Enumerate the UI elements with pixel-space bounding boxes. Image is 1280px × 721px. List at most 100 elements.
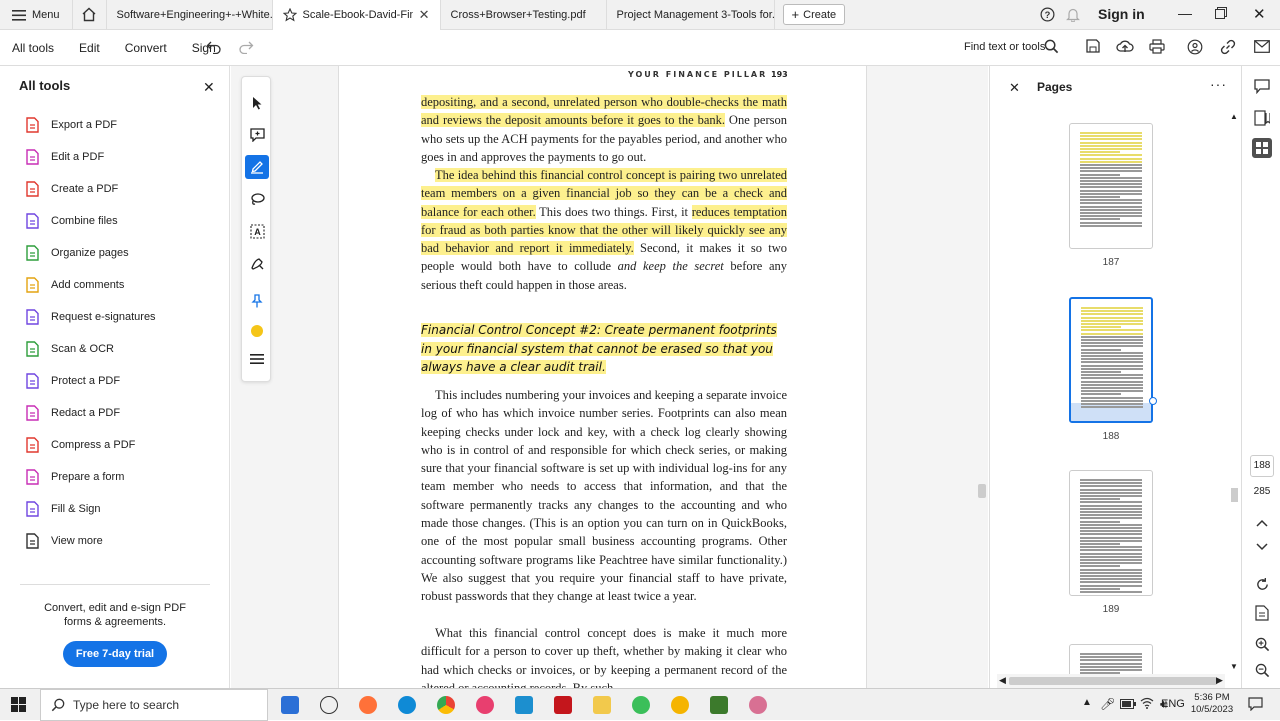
snipping-icon[interactable] (749, 696, 767, 714)
tool-create-pdf[interactable]: Create a PDF (24, 180, 118, 197)
acrobat-icon[interactable] (554, 696, 572, 714)
tool-combine-files[interactable]: Combine files (24, 212, 118, 229)
toolbar-convert[interactable]: Convert (113, 41, 180, 55)
zoom-in-icon[interactable] (1252, 634, 1272, 654)
edge-icon[interactable] (398, 696, 416, 714)
rotate-icon[interactable] (1252, 574, 1272, 594)
document-scrollbar[interactable] (976, 66, 988, 688)
close-window-icon[interactable]: ✕ (1253, 5, 1266, 23)
highlight-pen-icon[interactable] (245, 155, 269, 179)
undo-icon[interactable] (206, 40, 222, 57)
wechat-icon[interactable] (632, 696, 650, 714)
add-comment-icon[interactable] (245, 123, 269, 147)
tool-fill-sign[interactable]: Fill & Sign (24, 500, 101, 517)
text-box-icon[interactable]: A (245, 219, 269, 243)
tool-request-esignatures[interactable]: Request e-signatures (24, 308, 156, 325)
tab-scale-ebook[interactable]: Scale-Ebook-David-Fink... ✕ (272, 0, 441, 30)
tool-view-more[interactable]: View more (24, 532, 103, 549)
current-page-input[interactable]: 188 (1250, 455, 1274, 477)
close-pages-icon[interactable]: ✕ (1009, 80, 1020, 96)
tab-software-engineering[interactable]: Software+Engineering+-+White... (107, 0, 273, 30)
recorder-icon[interactable] (476, 696, 494, 714)
print-icon[interactable] (1149, 39, 1165, 57)
app-icon[interactable] (515, 696, 533, 714)
tool-protect-pdf[interactable]: Protect a PDF (24, 372, 120, 389)
more-options-icon[interactable]: ··· (1210, 76, 1227, 92)
minecraft-icon[interactable] (710, 696, 728, 714)
search-icon[interactable] (1044, 39, 1059, 57)
scroll-left-icon[interactable]: ◀ (999, 675, 1006, 686)
sign-in-link[interactable]: Sign in (1098, 6, 1145, 22)
tool-compress-pdf[interactable]: Compress a PDF (24, 436, 135, 453)
lasso-draw-icon[interactable] (245, 187, 269, 211)
save-icon[interactable] (1086, 39, 1100, 56)
menu-button[interactable]: Menu (0, 0, 73, 30)
tool-organize-pages[interactable]: Organize pages (24, 244, 129, 261)
close-panel-icon[interactable]: ✕ (203, 79, 215, 96)
tool-export-pdf[interactable]: Export a PDF (24, 116, 117, 133)
scroll-thumb[interactable] (978, 484, 986, 498)
toolbar-all-tools[interactable]: All tools (0, 41, 67, 55)
chrome-icon[interactable] (437, 696, 455, 714)
comments-icon[interactable] (1252, 76, 1272, 96)
language-indicator[interactable]: ENG (1161, 698, 1185, 710)
pages-horizontal-scrollbar[interactable]: ◀ ▶ (997, 674, 1225, 688)
microphone-icon[interactable]: 🎤︎ (1100, 697, 1115, 711)
toolbar-edit[interactable]: Edit (67, 41, 113, 55)
tab-project-management[interactable]: Project Management 3-Tools for.. (607, 0, 775, 30)
previous-page-icon[interactable] (1252, 513, 1272, 533)
chat-icon[interactable] (320, 696, 338, 714)
clock[interactable]: 5:36 PM 10/5/2023 (1190, 692, 1234, 716)
scroll-up-icon[interactable]: ▲ (1230, 112, 1238, 121)
star-icon[interactable] (282, 7, 297, 22)
page-thumbnail[interactable] (1069, 123, 1153, 249)
firefox-icon[interactable] (359, 696, 377, 714)
scroll-down-icon[interactable]: ▼ (1230, 662, 1238, 671)
taskbar-search[interactable]: Type here to search (40, 689, 268, 721)
pages-scroll-thumb[interactable] (1231, 488, 1238, 502)
battery-icon[interactable] (1120, 698, 1136, 712)
close-tab-icon[interactable]: ✕ (419, 7, 430, 23)
select-cursor-icon[interactable] (245, 91, 269, 115)
file-explorer-icon[interactable] (593, 696, 611, 714)
windows-start-icon[interactable] (11, 697, 26, 715)
tool-edit-pdf[interactable]: Edit a PDF (24, 148, 104, 165)
thumbnail-resize-handle[interactable] (1149, 397, 1157, 405)
task-view-icon[interactable] (281, 696, 299, 714)
tool-scan-ocr[interactable]: Scan & OCR (24, 340, 114, 357)
email-icon[interactable] (1254, 40, 1270, 56)
tool-redact-pdf[interactable]: Redact a PDF (24, 404, 120, 421)
next-page-icon[interactable] (1252, 537, 1272, 557)
minimize-icon[interactable]: — (1178, 5, 1192, 21)
tab-cross-browser-testing[interactable]: Cross+Browser+Testing.pdf (441, 0, 607, 30)
bookmarks-icon[interactable] (1252, 108, 1272, 128)
tool-add-comments[interactable]: Add comments (24, 276, 124, 293)
redo-icon[interactable] (238, 40, 254, 57)
wifi-icon[interactable] (1140, 697, 1154, 712)
home-button[interactable] (73, 0, 107, 30)
upload-cloud-icon[interactable] (1116, 39, 1134, 57)
notification-bell-icon[interactable] (1066, 7, 1080, 25)
page-thumbnail[interactable] (1069, 470, 1153, 596)
help-icon[interactable]: ? (1040, 7, 1055, 25)
page-thumbnail-current[interactable] (1069, 297, 1153, 423)
tool-prepare-form[interactable]: Prepare a form (24, 468, 124, 485)
thumbnails-panel-icon[interactable] (1252, 138, 1272, 158)
scroll-right-icon[interactable]: ▶ (1216, 675, 1223, 686)
restore-window-icon[interactable] (1215, 7, 1227, 22)
more-tools-icon[interactable] (245, 347, 269, 371)
pin-icon[interactable] (245, 289, 269, 313)
zoom-out-icon[interactable] (1252, 660, 1272, 680)
app-icon[interactable] (671, 696, 689, 714)
find-text-or-tools[interactable]: Find text or tools (964, 41, 1045, 53)
share-user-icon[interactable] (1187, 39, 1203, 58)
horizontal-scroll-thumb[interactable] (1009, 677, 1217, 685)
link-icon[interactable] (1220, 39, 1236, 58)
sign-pen-icon[interactable] (245, 251, 269, 275)
notification-center-icon[interactable] (1248, 697, 1263, 714)
page-fit-icon[interactable] (1252, 603, 1272, 623)
color-picker-icon[interactable] (245, 319, 269, 343)
tray-chevron-icon[interactable]: ▲ (1082, 697, 1092, 708)
free-trial-button[interactable]: Free 7-day trial (62, 641, 168, 667)
create-button[interactable]: + Create (782, 4, 846, 25)
